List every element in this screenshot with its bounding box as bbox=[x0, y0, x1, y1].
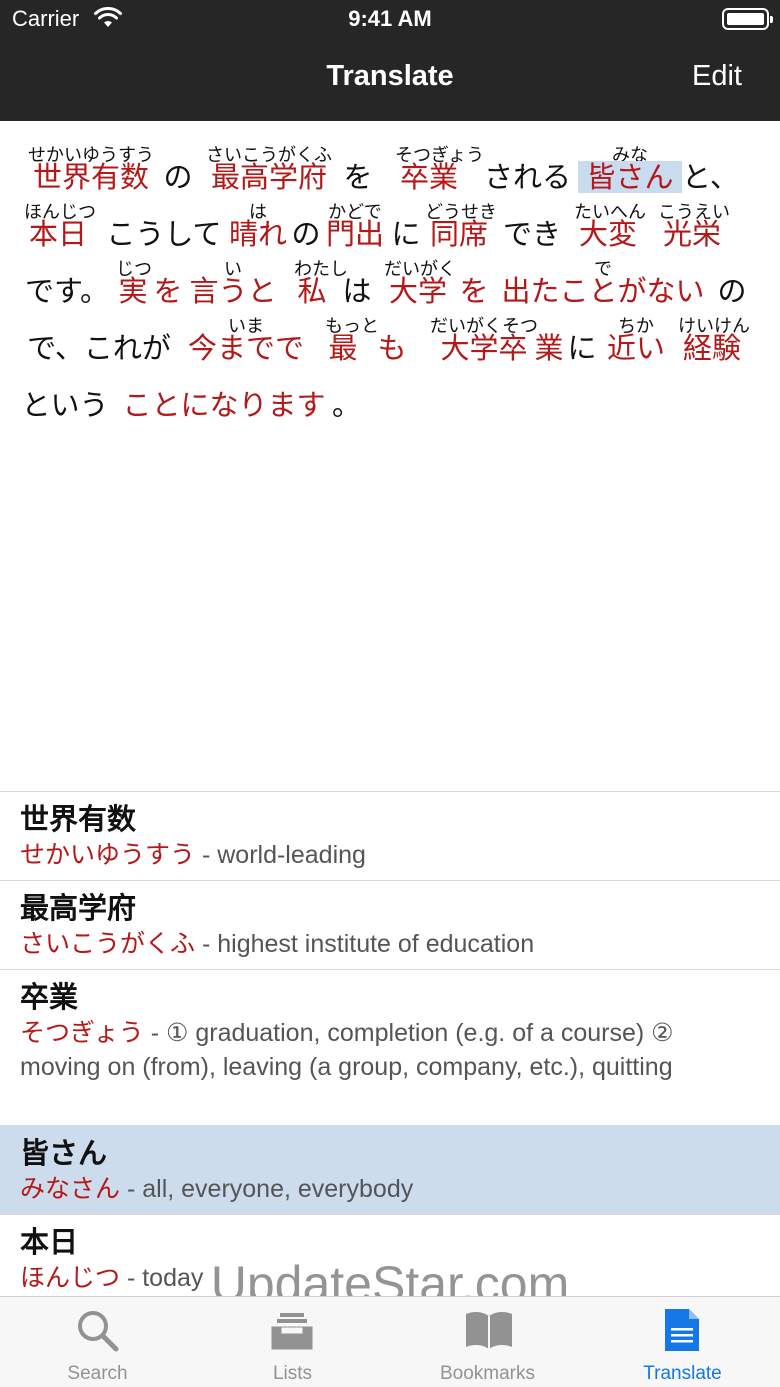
word-daigakusotsu[interactable]: だいがくそつ 大学卒 bbox=[420, 302, 548, 364]
status-time: 9:41 AM bbox=[348, 6, 432, 31]
word-mo[interactable]: も bbox=[375, 302, 409, 364]
passage-line-4: で、これが いま 今までで もっと最もだいがくそつ 大学卒業にちか 近い けいけん 経験 bbox=[0, 302, 780, 364]
particle-no: の bbox=[716, 245, 748, 307]
word-sekaiyuusuu[interactable]: せかいゆうすう 世界有数 bbox=[24, 131, 158, 193]
passage-line-1: せかいゆうすう 世界有数のさいこうがくふ 最高学府をそつぎょう 卒業 される みな 皆さんと… bbox=[0, 131, 780, 193]
text-koushite: こうして bbox=[100, 188, 228, 250]
tab-search[interactable]: Search bbox=[0, 1297, 195, 1387]
dictionary-entry-2[interactable]: 最高学府 さいこうがくふ - highest institute of educ… bbox=[0, 881, 780, 970]
particle-ni: に bbox=[565, 302, 599, 364]
annotated-passage: せかいゆうすう 世界有数のさいこうがくふ 最高学府をそつぎょう 卒業 される みな 皆さんと… bbox=[0, 121, 780, 791]
entry-term: 本日 bbox=[20, 1225, 79, 1259]
navigation-bar: Carrier 9:41 AM Translate Edit bbox=[0, 0, 780, 121]
particle-wo[interactable]: を bbox=[458, 245, 490, 307]
particle-no: の bbox=[290, 188, 322, 250]
text-period: 。 bbox=[332, 359, 361, 421]
word-jitsu[interactable]: じつ実 bbox=[116, 245, 152, 307]
word-daigaku[interactable]: だいがく 大学 bbox=[384, 245, 456, 307]
tray-icon bbox=[271, 1313, 313, 1350]
entry-meaning: - highest institute of education bbox=[195, 930, 535, 958]
edit-button[interactable]: Edit bbox=[692, 60, 742, 93]
segment-text: 。 bbox=[332, 388, 362, 422]
word-minasan[interactable]: みな 皆さん bbox=[578, 131, 682, 193]
battery-icon bbox=[722, 8, 773, 30]
dictionary-entry-5[interactable]: 本日 ほんじつ - today bbox=[0, 1215, 780, 1296]
passage-line-5: という ことになります。 bbox=[0, 359, 780, 421]
dictionary-list: 世界有数 せかいゆうすう - world-leading 最高学府 さいこうがく… bbox=[0, 791, 780, 1296]
word-chikai[interactable]: ちか 近い bbox=[600, 302, 672, 364]
text-to: と、 bbox=[682, 131, 739, 193]
entry-reading: ほんじつ bbox=[20, 1263, 121, 1292]
word-kouei[interactable]: こうえい 光栄 bbox=[658, 188, 730, 250]
entry-meaning: - world-leading bbox=[195, 841, 366, 869]
entry-meaning: - today bbox=[120, 1264, 204, 1292]
entry-term: 皆さん bbox=[20, 1136, 108, 1170]
document-icon bbox=[665, 1309, 699, 1351]
passage-line-3: です。 じつ実をい言うと わたし私はだいがく 大学をで出たことがないの bbox=[0, 245, 780, 307]
entry-definition: そつぎょう - ① graduation, completion (e.g. o… bbox=[20, 1016, 760, 1084]
entry-reading: そつぎょう bbox=[20, 1018, 144, 1047]
entry-reading: みなさん bbox=[20, 1174, 121, 1203]
word-watashi[interactable]: わたし私 bbox=[294, 245, 348, 307]
entry-definition: ほんじつ - today bbox=[20, 1261, 760, 1295]
entry-reading: せかいゆうすう bbox=[20, 840, 196, 869]
particle-wa: は bbox=[340, 245, 374, 307]
word-imamadede[interactable]: いま 今までで bbox=[180, 302, 312, 364]
entry-definition: みなさん - all, everyone, everybody bbox=[20, 1172, 760, 1206]
entry-term: 卒業 bbox=[20, 980, 79, 1014]
book-icon bbox=[466, 1311, 512, 1349]
entry-term: 世界有数 bbox=[20, 802, 137, 836]
entry-term: 最高学府 bbox=[20, 891, 137, 925]
passage-line-2: ほんじつ 本日 こうしては晴れのかどで 門出にどうせき 同席 でき たいへん 大変 こうえい 光栄 bbox=[0, 188, 780, 250]
tab-bookmarks[interactable]: Bookmarks bbox=[390, 1297, 585, 1387]
dictionary-entry-3[interactable]: 卒業 そつぎょう - ① graduation, completion (e.g… bbox=[0, 970, 780, 1126]
entry-reading: さいこうがくふ bbox=[20, 929, 196, 958]
segment-text: ことになります bbox=[122, 388, 326, 422]
word-douseki[interactable]: どうせき 同席 bbox=[425, 188, 497, 250]
text-deki: でき bbox=[500, 188, 564, 250]
tab-label: Bookmarks bbox=[439, 1363, 536, 1384]
page-title: Translate bbox=[326, 60, 454, 92]
particle-ni: に bbox=[390, 188, 422, 250]
text-desu: です。 bbox=[18, 245, 116, 307]
dictionary-entry-1[interactable]: 世界有数 せかいゆうすう - world-leading bbox=[0, 792, 780, 881]
word-kotoninarimasu[interactable]: ことになります bbox=[112, 359, 336, 421]
word-motto[interactable]: もっと最 bbox=[325, 302, 379, 364]
word-iuto[interactable]: い言うと bbox=[186, 245, 280, 307]
word-sotsugyou[interactable]: そつぎょう 卒業 bbox=[395, 131, 484, 193]
word-gyou[interactable]: 業 bbox=[531, 302, 567, 364]
tab-label: Lists bbox=[272, 1363, 313, 1384]
word-kadode[interactable]: かどで 門出 bbox=[322, 188, 388, 250]
entry-definition: さいこうがくふ - highest institute of education bbox=[20, 927, 760, 961]
search-icon bbox=[78, 1311, 119, 1352]
particle-no: の bbox=[162, 131, 194, 193]
text-dekorega: で、これが bbox=[18, 302, 180, 364]
particle-wo[interactable]: を bbox=[152, 245, 184, 307]
tab-lists[interactable]: Lists bbox=[195, 1297, 390, 1387]
word-taihen[interactable]: たいへん 大変 bbox=[574, 188, 646, 250]
tab-label: Search bbox=[67, 1363, 128, 1384]
text-toiu: という bbox=[18, 359, 112, 421]
entry-definition: せかいゆうすう - world-leading bbox=[20, 838, 760, 872]
dictionary-entry-4[interactable]: 皆さん みなさん - all, everyone, everybody bbox=[0, 1126, 780, 1215]
text-sareru: される bbox=[480, 131, 575, 193]
tab-translate[interactable]: Translate bbox=[585, 1297, 780, 1387]
tab-label: Translate bbox=[643, 1363, 722, 1384]
particle-wo: を bbox=[341, 131, 375, 193]
tab-bar: Search Lists Bookmarks Translate bbox=[0, 1296, 780, 1387]
word-saikougakufu[interactable]: さいこうがくふ 最高学府 bbox=[205, 131, 333, 193]
entry-meaning: - all, everyone, everybody bbox=[120, 1175, 414, 1203]
word-hare[interactable]: は晴れ bbox=[228, 188, 288, 250]
app-root: Carrier 9:41 AM Translate Edit せかいゆうすう 世界… bbox=[0, 0, 780, 1387]
word-honjitsu[interactable]: ほんじつ 本日 bbox=[24, 188, 96, 250]
word-keiken[interactable]: けいけん 経験 bbox=[678, 302, 750, 364]
word-detakotoganai[interactable]: で出たことがない bbox=[490, 245, 716, 307]
segment-text: という bbox=[21, 388, 109, 422]
